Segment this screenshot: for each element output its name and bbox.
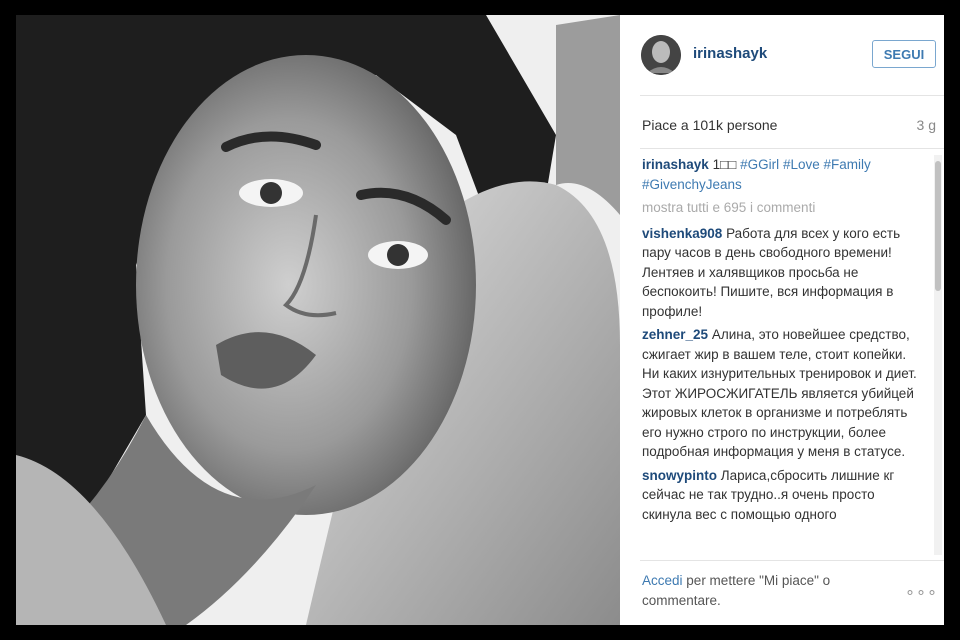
- likes-count: Piace a 101k persone: [642, 117, 778, 133]
- portrait-image: [16, 15, 620, 625]
- login-prompt: Accedi per mettere "Mi piace" o commenta…: [642, 571, 882, 610]
- hashtag[interactable]: #Love: [783, 157, 820, 172]
- comment-text: Алина, это новейшее средство, сжигает жи…: [642, 327, 917, 459]
- login-link[interactable]: Accedi: [642, 573, 683, 588]
- divider: [640, 560, 944, 561]
- comment-username[interactable]: vishenka908: [642, 226, 722, 241]
- more-options-icon[interactable]: ∘∘∘: [905, 582, 938, 602]
- post-side-panel: irinashayk SEGUI Piace a 101k persone 3 …: [620, 15, 944, 625]
- comment-username[interactable]: zehner_25: [642, 327, 708, 342]
- comment-username[interactable]: snowypinto: [642, 468, 717, 483]
- comments-scrollbar[interactable]: [934, 155, 942, 555]
- scrollbar-thumb[interactable]: [935, 161, 941, 291]
- hashtag[interactable]: #GivenchyJeans: [642, 177, 742, 192]
- hashtag[interactable]: #Family: [824, 157, 871, 172]
- follow-button[interactable]: SEGUI: [872, 40, 936, 68]
- caption-prefix: 1□□: [712, 157, 737, 172]
- comments-list[interactable]: irinashayk 1□□ #GGirl #Love #Family #Giv…: [642, 155, 918, 555]
- username-link[interactable]: irinashayk: [693, 45, 767, 62]
- post-frame: irinashayk SEGUI Piace a 101k persone 3 …: [16, 15, 944, 625]
- post-header: irinashayk SEGUI: [620, 15, 944, 95]
- caption: irinashayk 1□□ #GGirl #Love #Family #Giv…: [642, 155, 918, 194]
- post-time[interactable]: 3 g: [917, 117, 936, 133]
- divider: [640, 148, 944, 149]
- comment-item: zehner_25 Алина, это новейшее средство, …: [642, 325, 918, 462]
- avatar[interactable]: [641, 35, 681, 75]
- caption-username[interactable]: irinashayk: [642, 157, 709, 172]
- post-photo[interactable]: [16, 15, 620, 625]
- divider: [640, 95, 944, 96]
- hashtag[interactable]: #GGirl: [740, 157, 779, 172]
- comment-item: snowypinto Лариса,сбросить лишние кг сей…: [642, 466, 918, 525]
- comment-item: vishenka908 Работа для всех у кого есть …: [642, 224, 918, 322]
- show-all-comments-link[interactable]: mostra tutti e 695 i commenti: [642, 198, 918, 218]
